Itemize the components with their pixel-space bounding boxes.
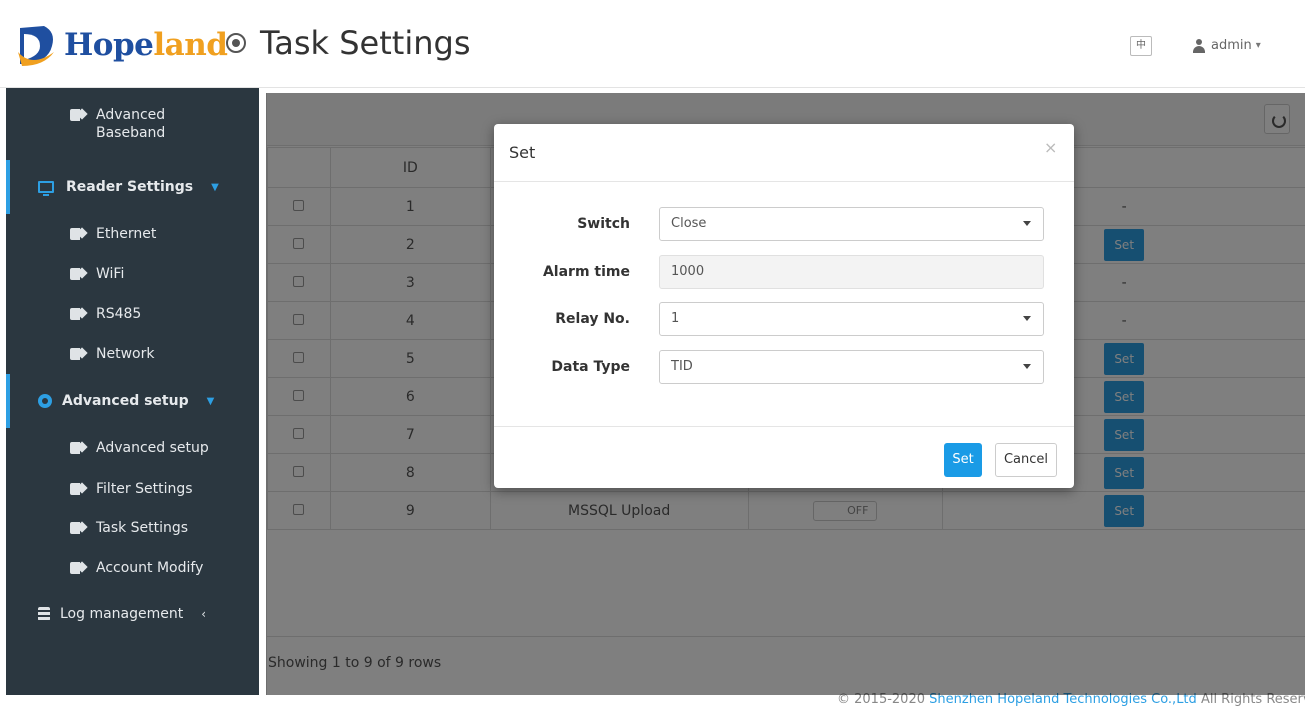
chevron-down-icon: ▾	[1256, 40, 1261, 51]
user-menu[interactable]: admin ▾	[1192, 38, 1261, 53]
sidebar-item-advanced-setup-group[interactable]: Advanced setup ▼	[6, 374, 259, 428]
sidebar-item-ethernet[interactable]: Ethernet	[6, 226, 259, 242]
data-type-label: Data Type	[551, 359, 630, 375]
logo-mark-icon	[14, 22, 60, 68]
relay-no-label: Relay No.	[555, 311, 630, 327]
logo-wordmark: Hopeland	[64, 27, 227, 63]
tag-icon	[70, 442, 86, 454]
sidebar-item-task-settings[interactable]: Task Settings	[6, 520, 259, 536]
sidebar-item-rs485[interactable]: RS485	[6, 306, 259, 322]
switch-select[interactable]: Close	[659, 207, 1044, 241]
dialog-footer: Set Cancel	[494, 426, 1074, 488]
sidebar-item-network[interactable]: Network	[6, 346, 259, 362]
switch-row: Switch Close	[494, 207, 1074, 243]
sidebar-item-advanced-setup[interactable]: Advanced setup	[6, 440, 259, 456]
switch-label: Switch	[577, 216, 630, 232]
tag-icon	[70, 522, 86, 534]
tag-icon	[70, 348, 86, 360]
switch-select-value: Close	[671, 216, 706, 231]
tag-icon	[70, 483, 86, 495]
caret-down-icon	[1023, 364, 1031, 369]
set-dialog: Set × Switch Close Alarm time 1000 Relay…	[494, 124, 1074, 488]
page-title: Task Settings	[260, 24, 470, 62]
sidebar-item-label: Network	[96, 346, 154, 362]
chevron-down-icon: ▼	[211, 182, 219, 193]
sidebar-item-log-management[interactable]: Log management ‹	[6, 606, 259, 622]
chevron-left-icon: ‹	[201, 607, 206, 621]
relay-no-select[interactable]: 1	[659, 302, 1044, 336]
tag-icon	[70, 109, 86, 121]
user-icon	[1192, 39, 1206, 53]
sidebar-item-reader-settings[interactable]: Reader Settings ▼	[6, 160, 259, 214]
tag-icon	[70, 268, 86, 280]
sidebar-item-label: Advanced setup	[96, 440, 209, 456]
close-icon[interactable]: ×	[1044, 138, 1057, 157]
sidebar-item-label: Log management	[60, 606, 183, 622]
monitor-icon	[38, 181, 54, 193]
sidebar-item-label: Account Modify	[96, 560, 203, 576]
data-type-select-value: TID	[671, 359, 693, 374]
sidebar-item-label: Advanced Baseband	[96, 106, 186, 142]
cancel-button[interactable]: Cancel	[995, 443, 1057, 477]
hopeland-logo[interactable]: Hopeland	[14, 22, 227, 68]
tag-icon	[70, 228, 86, 240]
sidebar-item-label: RS485	[96, 306, 141, 322]
dialog-header: Set ×	[494, 124, 1074, 182]
caret-down-icon	[1023, 316, 1031, 321]
dialog-title: Set	[509, 143, 535, 162]
alarm-time-row: Alarm time 1000	[494, 255, 1074, 291]
alarm-time-input[interactable]: 1000	[659, 255, 1044, 289]
sidebar: Advanced Baseband Reader Settings ▼ Ethe…	[6, 88, 259, 695]
top-header: Hopeland Task Settings 中 admin ▾	[0, 0, 1305, 88]
page-title-wrap: Task Settings	[226, 24, 470, 62]
sidebar-item-label: Reader Settings	[66, 179, 193, 195]
tag-icon	[70, 308, 86, 320]
sidebar-item-label: Ethernet	[96, 226, 156, 242]
tag-icon	[70, 562, 86, 574]
relay-no-row: Relay No. 1	[494, 302, 1074, 338]
data-type-row: Data Type TID	[494, 350, 1074, 386]
chevron-down-icon: ▼	[207, 396, 215, 407]
set-button[interactable]: Set	[944, 443, 982, 477]
language-switch-button[interactable]: 中	[1130, 36, 1152, 56]
sidebar-item-label: WiFi	[96, 266, 124, 282]
sidebar-item-advanced-baseband[interactable]: Advanced Baseband	[6, 106, 259, 142]
sidebar-item-label: Task Settings	[96, 520, 188, 536]
alarm-time-label: Alarm time	[543, 264, 630, 280]
sidebar-item-label: Filter Settings	[96, 481, 193, 497]
sidebar-item-wifi[interactable]: WiFi	[6, 266, 259, 282]
target-icon	[226, 33, 246, 53]
data-type-select[interactable]: TID	[659, 350, 1044, 384]
caret-down-icon	[1023, 221, 1031, 226]
username: admin	[1211, 38, 1252, 53]
sidebar-item-label: Advanced setup	[62, 393, 189, 409]
gear-icon	[38, 394, 52, 408]
database-icon	[38, 607, 50, 621]
sidebar-item-filter-settings[interactable]: Filter Settings	[6, 481, 259, 497]
relay-no-select-value: 1	[671, 311, 679, 326]
sidebar-item-account-modify[interactable]: Account Modify	[6, 560, 259, 576]
